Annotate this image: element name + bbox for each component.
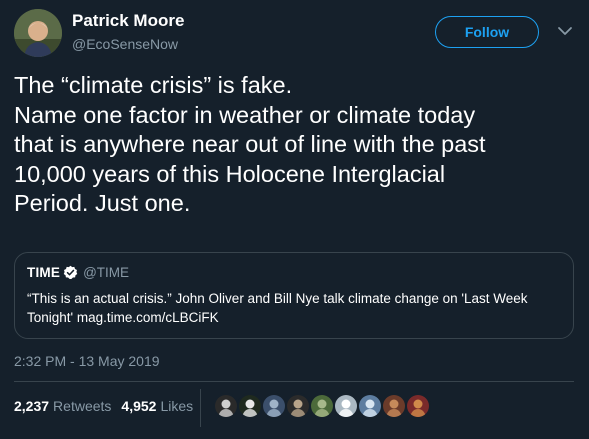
liker-avatar[interactable] [237,393,263,419]
chevron-down-icon[interactable] [556,22,574,40]
follow-button[interactable]: Follow [435,16,539,48]
tweet-line: 10,000 years of this Holocene Interglaci… [14,160,446,187]
tweet-timestamp[interactable]: 2:32 PM - 13 May 2019 [14,353,160,369]
liker-avatar[interactable] [381,393,407,419]
quote-author-handle: @TIME [83,265,130,280]
author-name[interactable]: Patrick Moore [72,11,184,31]
likes-label[interactable]: Likes [160,398,193,414]
liker-avatar[interactable] [405,393,431,419]
tweet-line: that is anywhere near out of line with t… [14,131,486,157]
liker-avatar[interactable] [213,393,239,419]
quote-author-name: TIME [27,265,61,280]
tweet-card: Patrick Moore @EcoSenseNow Follow The “c… [0,0,589,439]
tweet-line: The “climate crisis” is fake. [14,72,293,98]
liker-avatars [213,393,431,419]
tweet-line: Name one factor in weather or climate to… [14,101,476,128]
quoted-tweet[interactable]: TIME @TIME “This is an actual crisis.” J… [14,252,574,339]
author-avatar[interactable] [14,9,62,57]
liker-avatar[interactable] [333,393,359,419]
liker-avatar[interactable] [357,393,383,419]
retweets-count[interactable]: 2,237 [14,398,49,414]
avatar-photo [14,9,62,57]
verified-badge-icon [63,265,78,279]
liker-avatar[interactable] [261,393,287,419]
tweet-line: Period. Just one. [14,190,191,216]
tweet-text: The “climate crisis” is fake. Name one f… [14,71,580,219]
quote-header: TIME @TIME [27,265,129,280]
retweets-label[interactable]: Retweets [53,398,111,414]
likes-count[interactable]: 4,952 [121,398,156,414]
stats-separator [200,389,201,427]
divider [14,381,574,382]
liker-avatar[interactable] [309,393,335,419]
liker-avatar[interactable] [285,393,311,419]
tweet-stats: 2,237 Retweets 4,952 Likes [14,398,203,414]
author-handle[interactable]: @EcoSenseNow [72,36,178,52]
quote-text: “This is an actual crisis.” John Oliver … [27,291,528,325]
